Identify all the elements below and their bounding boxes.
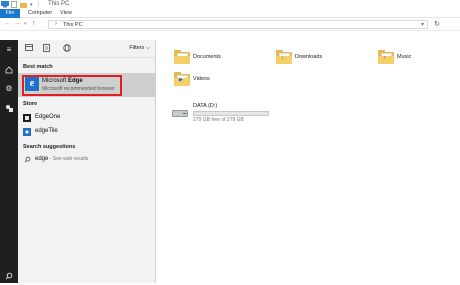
chevron-right-icon: › [55,21,57,27]
documents-filter-icon[interactable] [42,44,51,53]
new-folder-icon[interactable] [20,1,27,8]
customize-toolbar-icon[interactable]: ▾ [30,1,33,8]
store-item-label: edgeTile [35,128,58,134]
window-title: This PC [48,1,70,7]
tab-computer[interactable]: Computer [28,9,52,18]
store-item-edgetile[interactable]: edgeTile [18,126,156,138]
best-match-header: Best match [23,64,53,70]
flyout-toolbar: Filters ⌵ [18,40,156,58]
address-bar: ← → ▾ ↑ › This PC ▾ ↻ [0,18,460,31]
web-filter-icon[interactable] [62,44,71,53]
address-field[interactable]: › This PC ▾ [48,20,428,29]
back-button[interactable]: ← [4,20,11,27]
store-item-label: EdgeOne [35,114,61,120]
feedback-icon[interactable] [0,101,18,115]
search-flyout: Filters ⌵ Best match e Microsoft Edge Mi… [18,40,156,283]
address-path: This PC [63,22,83,28]
chevron-down-icon: ⌵ [145,45,150,51]
apps-filter-icon[interactable] [24,44,33,53]
hard-drive-icon[interactable] [172,108,188,118]
recent-locations-icon[interactable]: ▾ [24,21,27,27]
tab-view[interactable]: View [60,9,72,18]
suggestion-query: edge [35,156,49,162]
store-header: Store [23,101,38,107]
documents-folder-icon[interactable] [174,50,190,64]
web-suggestion-edge[interactable]: edge - See web results [18,154,156,166]
downloads-folder-icon[interactable]: ↓ [276,50,292,64]
suggestion-text: edge - See web results [35,156,88,162]
home-icon[interactable] [0,63,18,77]
search-icon[interactable] [0,269,18,283]
videos-folder-icon[interactable]: ▶ [174,72,190,86]
properties-icon[interactable] [11,1,17,8]
title-bar: ▾ | This PC [0,0,460,9]
store-item-edgeone[interactable]: EdgeOne [18,112,156,124]
ribbon-tabs: File Computer View [0,9,460,18]
hamburger-menu-icon[interactable]: ≡ [0,43,18,57]
drive-usage-bar [193,111,269,116]
forward-button[interactable]: → [14,20,21,27]
folder-label-downloads[interactable]: Downloads [295,54,322,60]
tab-file[interactable]: File [0,9,20,18]
folder-label-documents[interactable]: Documents [193,54,221,60]
separator: | [38,1,40,8]
drive-label[interactable]: DATA (D:) [193,103,217,109]
edgetile-app-icon [23,128,31,136]
highlight-box [22,75,122,96]
suggestion-hint: - See web results [48,156,89,162]
music-folder-icon[interactable]: ♪ [378,50,394,64]
start-rail: ≡ ⚙ [0,40,18,283]
edgeone-app-icon [23,114,31,122]
search-icon [23,156,31,164]
refresh-button[interactable]: ↻ [432,20,442,29]
drive-free-space: 279 GB free of 279 GB [193,117,244,123]
app-icon [1,1,9,8]
search-suggestions-header: Search suggestions [23,144,76,150]
folder-label-music[interactable]: Music [397,54,411,60]
chevron-down-icon[interactable]: ▾ [421,21,424,28]
folder-label-videos[interactable]: Videos [193,76,210,82]
best-match-result[interactable]: e Microsoft Edge Microsoft recommended b… [18,73,156,97]
filters-label: Filters [129,45,145,51]
settings-gear-icon[interactable]: ⚙ [0,82,18,96]
up-button[interactable]: ↑ [32,20,36,27]
filters-dropdown[interactable]: Filters ⌵ [129,45,150,52]
